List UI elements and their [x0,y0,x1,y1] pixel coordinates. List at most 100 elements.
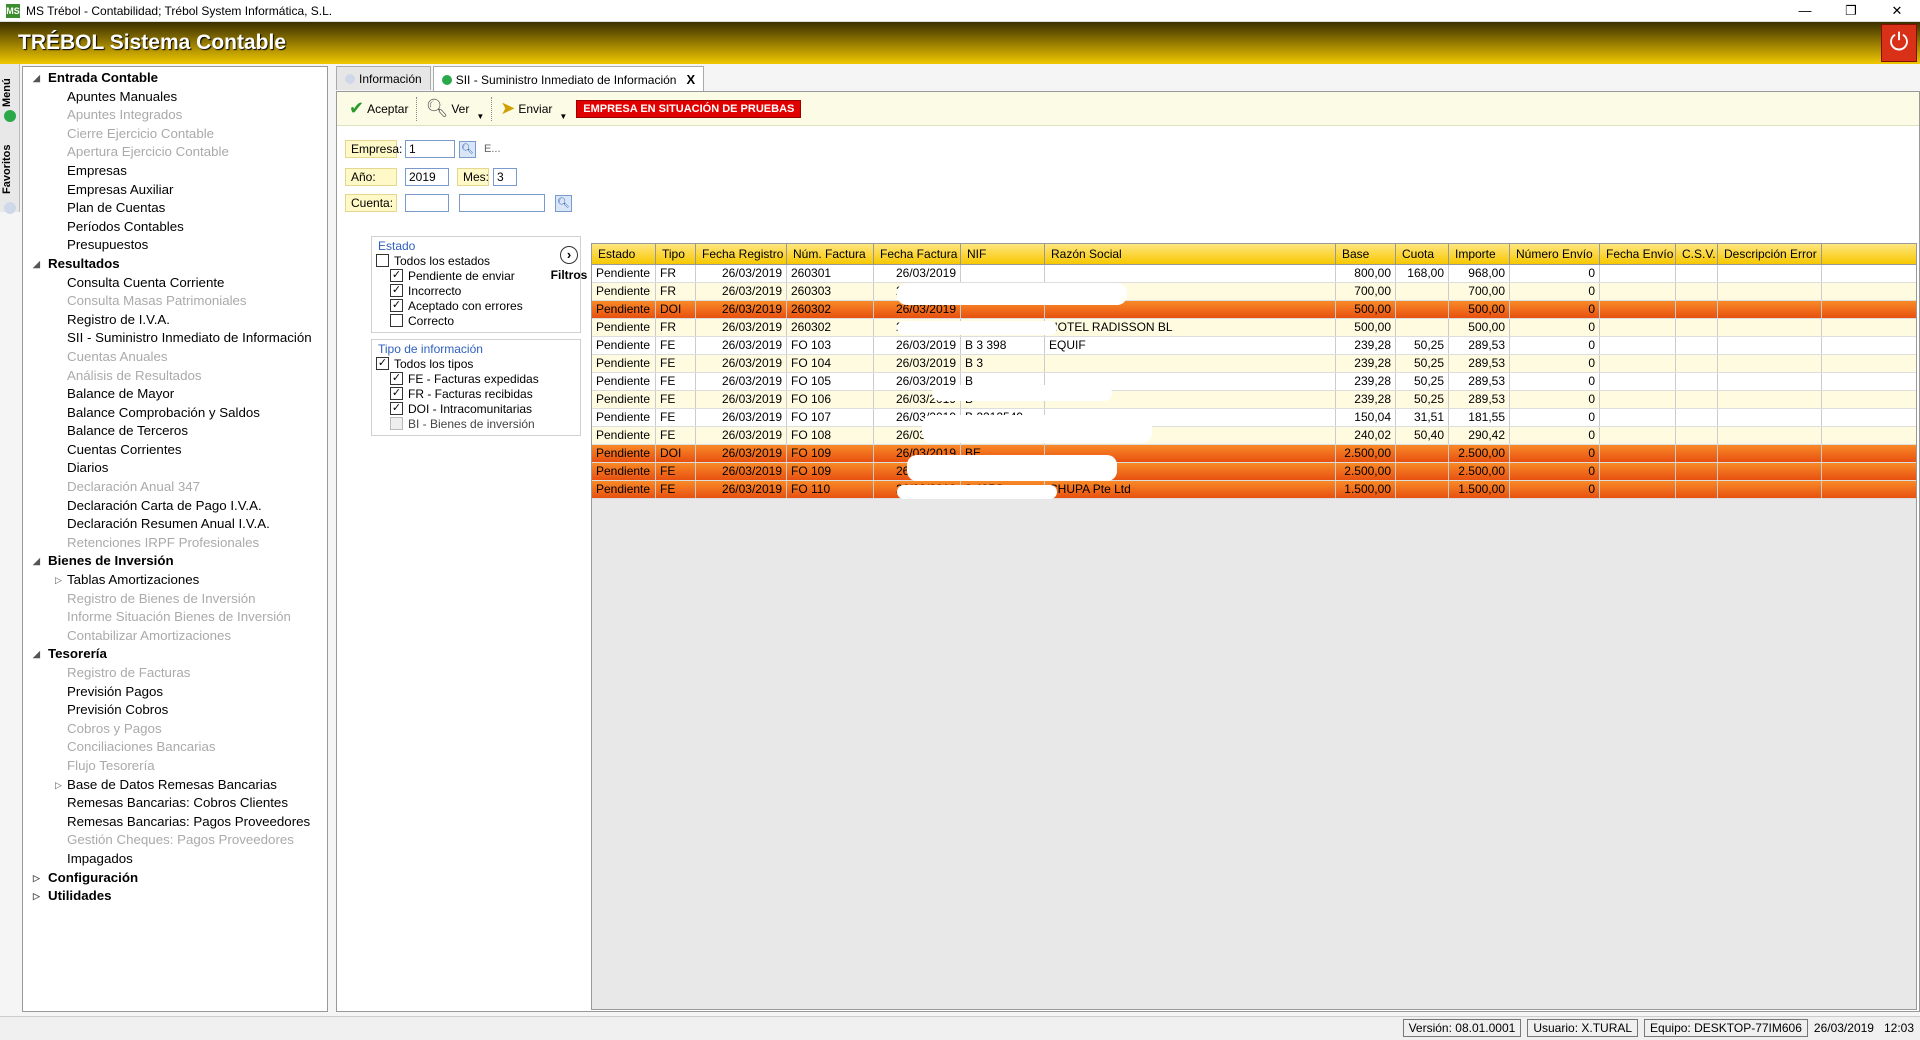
tree-item[interactable]: Empresas [23,162,327,181]
table-row[interactable]: Pendiente FR 26/03/2019 260301 26/03/2019 800… [592,265,1916,283]
tree-item[interactable]: Registro de Bienes de Inversión [23,590,327,609]
tree-item[interactable]: Apertura Ejercicio Contable [23,143,327,162]
tree-item[interactable]: Remesas Bancarias: Cobros Clientes [23,794,327,813]
checkbox[interactable]: ✓ [390,299,403,312]
filter-option[interactable]: Todos los estados [376,253,576,268]
column-header[interactable]: C.S.V. [1676,244,1718,264]
filter-option[interactable]: Correcto [376,313,576,328]
checkbox[interactable]: ✓ [390,372,403,385]
maximize-button[interactable]: ❐ [1828,0,1874,22]
enviar-dropdown-icon[interactable]: ▼ [556,112,570,121]
tree-item[interactable]: Previsión Pagos [23,683,327,702]
tree-item[interactable]: Diarios [23,459,327,478]
tree-group[interactable]: ◢ Resultados [23,255,327,274]
tree-item[interactable]: ▷ Base de Datos Remesas Bancarias [23,776,327,795]
close-window-button[interactable]: ✕ [1874,0,1920,22]
column-header[interactable]: Número Envío [1510,244,1600,264]
cuenta-lookup-icon[interactable]: 🔍︎ [555,194,572,212]
filter-option[interactable]: ✓ Aceptado con errores [376,298,576,313]
tree-item[interactable]: Apuntes Integrados [23,106,327,125]
table-row[interactable]: PendienteFE26/03/2019FO 11026/03/20192 4… [592,481,1916,499]
table-row[interactable]: Pendiente FE 26/03/2019 FO 104 26/03/2019 B 3… [592,355,1916,373]
tree-item[interactable]: Apuntes Manuales [23,88,327,107]
column-header[interactable]: Importe [1449,244,1510,264]
column-header[interactable]: Cuota [1396,244,1449,264]
column-header[interactable]: Fecha Envío [1600,244,1676,264]
tree-item[interactable]: Balance de Terceros [23,422,327,441]
tree-item[interactable]: Remesas Bancarias: Pagos Proveedores [23,813,327,832]
column-header[interactable]: Estado [592,244,656,264]
collapsed-arrow-icon[interactable]: ▷ [33,869,40,887]
table-row[interactable]: Pendiente DOI 26/03/2019 260302 26/03/2019 50… [592,301,1916,319]
tree-item[interactable]: SII - Suministro Inmediato de Informació… [23,329,327,348]
tree-group[interactable]: ▷ Configuración [23,869,327,888]
tab-favorites[interactable]: Favoritos [1,134,19,204]
filter-option[interactable]: ✓ Todos los tipos [376,356,576,371]
ver-dropdown-icon[interactable]: ▼ [473,112,487,121]
enviar-button[interactable]: ➤ Enviar [496,96,556,122]
expanded-arrow-icon[interactable]: ◢ [33,552,40,570]
ver-button[interactable]: 🔍︎ Ver [421,96,473,122]
tab-sii[interactable]: SII - Suministro Inmediato de Informació… [432,66,705,92]
column-header[interactable]: Base [1336,244,1396,264]
tree-item[interactable]: Declaración Anual 347 [23,478,327,497]
table-row[interactable]: PendienteFR26/03/201926030326/03/2019700… [592,283,1916,301]
column-header[interactable]: Tipo [656,244,696,264]
tree-item[interactable]: Cuentas Corrientes [23,441,327,460]
tree-item[interactable]: Impagados [23,850,327,869]
table-row[interactable]: Pendiente DOI 26/03/2019 FO 109 26/03/2019 BE… [592,445,1916,463]
tree-item[interactable]: Declaración Resumen Anual I.V.A. [23,515,327,534]
close-tab-button[interactable]: X [686,69,695,91]
tree-item[interactable]: Informe Situación Bienes de Inversión [23,608,327,627]
checkbox[interactable]: ✓ [390,387,403,400]
tree-item[interactable]: Conciliaciones Bancarias [23,738,327,757]
tree-item[interactable]: Cierre Ejercicio Contable [23,125,327,144]
column-header[interactable]: Descripción Error [1718,244,1822,264]
expanded-arrow-icon[interactable]: ◢ [33,69,40,87]
filter-option[interactable]: ✓ Incorrecto [376,283,576,298]
table-row[interactable]: PendienteFE26/03/2019FO 10726/03/2019B 2… [592,409,1916,427]
tree-item[interactable]: ▷ Tablas Amortizaciones [23,571,327,590]
checkbox[interactable]: ✓ [376,357,389,370]
tree-item[interactable]: Flujo Tesorería [23,757,327,776]
tree-item[interactable]: Cuentas Anuales [23,348,327,367]
table-row[interactable]: Pendiente FE 26/03/2019 FO 103 26/03/2019 B 3… [592,337,1916,355]
minimize-button[interactable]: — [1782,0,1828,22]
tree-item[interactable]: Registro de I.V.A. [23,311,327,330]
column-header[interactable]: NIF [961,244,1045,264]
anio-input[interactable]: 2019 [405,168,449,186]
tree-item[interactable]: Balance de Mayor [23,385,327,404]
table-row[interactable]: PendienteFE26/03/2019FO 10926/03/2019BE2… [592,463,1916,481]
tree-item[interactable]: Retenciones IRPF Profesionales [23,534,327,553]
collapsed-arrow-icon[interactable]: ▷ [55,776,62,794]
mes-input[interactable]: 3 [493,168,517,186]
column-header[interactable]: Razón Social [1045,244,1336,264]
tree-item[interactable]: Balance Comprobación y Saldos [23,404,327,423]
checkbox[interactable] [390,417,403,430]
power-icon[interactable]: ⏻ [1881,24,1917,62]
table-row[interactable]: Pendiente FE 26/03/2019 FO 105 26/03/2019 B 23… [592,373,1916,391]
tree-group[interactable]: ◢ Tesorería [23,645,327,664]
table-row[interactable]: PendienteFE26/03/2019FO 10626/03/2019B23… [592,391,1916,409]
empresa-input[interactable]: 1 [405,140,455,158]
checkbox[interactable]: ✓ [390,269,403,282]
tree-item[interactable]: Presupuestos [23,236,327,255]
tree-item[interactable]: Análisis de Resultados [23,367,327,386]
tree-item[interactable]: Cobros y Pagos [23,720,327,739]
filter-option[interactable]: ✓ FE - Facturas expedidas [376,371,576,386]
expanded-arrow-icon[interactable]: ◢ [33,255,40,273]
tree-group[interactable]: ▷ Utilidades [23,887,327,906]
checkbox[interactable]: ✓ [390,284,403,297]
tree-item[interactable]: Empresas Auxiliar [23,181,327,200]
tab-informacion[interactable]: Información [336,66,431,90]
tree-item[interactable]: Períodos Contables [23,218,327,237]
tree-item[interactable]: Declaración Carta de Pago I.V.A. [23,497,327,516]
filter-option[interactable]: ✓ DOI - Intracomunitarias [376,401,576,416]
tree-item[interactable]: Gestión Cheques: Pagos Proveedores [23,831,327,850]
tree-item[interactable]: Registro de Facturas [23,664,327,683]
collapsed-arrow-icon[interactable]: ▷ [33,887,40,905]
filtros-toggle[interactable]: › Filtros [549,246,589,282]
tree-group[interactable]: ◢ Entrada Contable [23,69,327,88]
filter-option[interactable]: ✓ Pendiente de enviar [376,268,576,283]
expanded-arrow-icon[interactable]: ◢ [33,645,40,663]
